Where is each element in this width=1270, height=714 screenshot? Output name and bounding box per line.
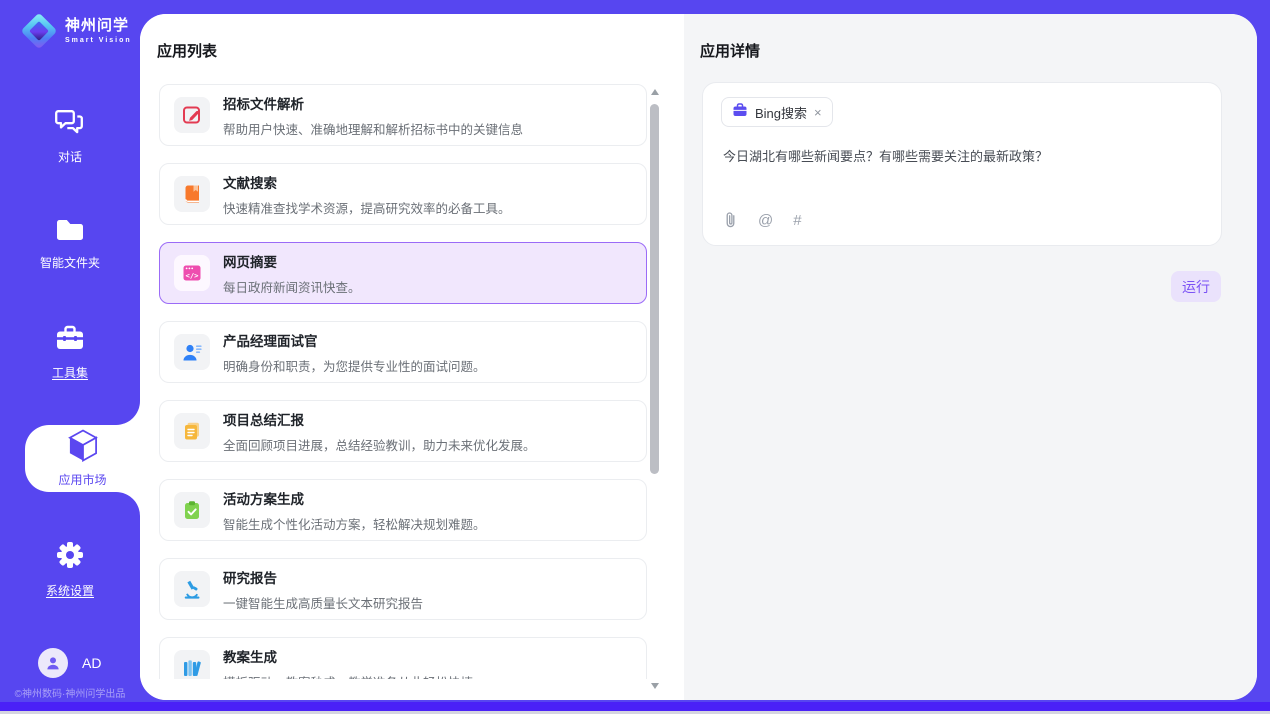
sidebar-item-smart-folder[interactable]: 智能文件夹 bbox=[0, 218, 140, 271]
app-name: 招标文件解析 bbox=[223, 93, 523, 113]
sidebar-item-label: 对话 bbox=[58, 148, 82, 165]
sidebar-item-label: 工具集 bbox=[52, 364, 88, 381]
mention-icon[interactable]: @ bbox=[758, 212, 773, 229]
app-name: 研究报告 bbox=[223, 567, 423, 587]
app-desc: 智能生成个性化活动方案，轻松解决规划难题。 bbox=[223, 514, 486, 533]
app-name: 产品经理面试官 bbox=[223, 330, 486, 350]
toolbox-icon bbox=[55, 325, 85, 357]
app-card-project-summary[interactable]: 项目总结汇报 全面回顾项目进展，总结经验教训，助力未来优化发展。 bbox=[159, 400, 647, 462]
brand-diamond-icon bbox=[20, 12, 58, 50]
app-name: 项目总结汇报 bbox=[223, 409, 536, 429]
app-list: 招标文件解析 帮助用户快速、准确地理解和解析招标书中的关键信息 文献搜索 快速精… bbox=[159, 84, 647, 679]
chat-icon bbox=[55, 108, 85, 141]
book-icon bbox=[174, 176, 210, 212]
avatar bbox=[38, 648, 68, 678]
app-detail-title: 应用详情 bbox=[700, 40, 760, 61]
sidebar-item-toolkit[interactable]: 工具集 bbox=[0, 325, 140, 381]
hash-icon[interactable]: # bbox=[793, 212, 801, 229]
stacked-docs-icon bbox=[174, 413, 210, 449]
attachment-icon[interactable] bbox=[723, 211, 738, 229]
sidebar-item-app-market[interactable]: 应用市场 bbox=[25, 425, 140, 492]
sidebar-item-label: 系统设置 bbox=[46, 582, 94, 599]
app-desc: 一键智能生成高质量长文本研究报告 bbox=[223, 593, 423, 612]
scrollbar-thumb[interactable] bbox=[650, 104, 659, 474]
svg-text:</>: </> bbox=[186, 271, 200, 280]
app-desc: 帮助用户快速、准确地理解和解析招标书中的关键信息 bbox=[223, 119, 523, 138]
bid-parse-icon bbox=[174, 97, 210, 133]
brand-subtitle: Smart Vision bbox=[65, 37, 132, 44]
webpage-icon: </> bbox=[174, 255, 210, 291]
close-icon[interactable]: × bbox=[814, 106, 822, 119]
copyright-text: ©神州数码·神州问学出品 bbox=[0, 685, 140, 700]
sidebar-item-chat[interactable]: 对话 bbox=[0, 108, 140, 165]
app-card-bid-parse[interactable]: 招标文件解析 帮助用户快速、准确地理解和解析招标书中的关键信息 bbox=[159, 84, 647, 146]
app-name: 网页摘要 bbox=[223, 251, 361, 271]
cube-icon bbox=[67, 429, 99, 467]
sidebar-item-settings[interactable]: 系统设置 bbox=[0, 540, 140, 599]
app-desc: 快速精准查找学术资源，提高研究效率的必备工具。 bbox=[223, 198, 511, 217]
app-card-research-report[interactable]: 研究报告 一键智能生成高质量长文本研究报告 bbox=[159, 558, 647, 620]
books-icon bbox=[174, 650, 210, 679]
app-name: 教案生成 bbox=[223, 646, 473, 666]
app-card-literature-search[interactable]: 文献搜索 快速精准查找学术资源，提高研究效率的必备工具。 bbox=[159, 163, 647, 225]
user-menu[interactable]: AD bbox=[38, 648, 101, 678]
folder-icon bbox=[55, 218, 85, 247]
brand-name: 神州问学 bbox=[65, 18, 132, 33]
briefcase-icon bbox=[732, 102, 748, 123]
run-button[interactable]: 运行 bbox=[1171, 271, 1221, 302]
microscope-icon bbox=[174, 571, 210, 607]
user-name: AD bbox=[82, 655, 101, 671]
brand-logo: 神州问学 Smart Vision bbox=[20, 12, 132, 50]
sidebar-item-label: 智能文件夹 bbox=[40, 254, 100, 271]
interviewer-icon bbox=[174, 334, 210, 370]
bubble-curve-top bbox=[116, 401, 140, 425]
tool-chip-label: Bing搜索 bbox=[755, 103, 807, 122]
app-card-activity-plan[interactable]: 活动方案生成 智能生成个性化活动方案，轻松解决规划难题。 bbox=[159, 479, 647, 541]
tool-chip-bing-search[interactable]: Bing搜索 × bbox=[721, 97, 833, 127]
scroll-up-icon[interactable] bbox=[649, 86, 660, 97]
scroll-down-icon[interactable] bbox=[649, 680, 660, 691]
app-list-panel: 应用列表 招标文件解析 帮助用户快速、准确地理解和解析招标书中的关键信息 bbox=[140, 14, 684, 700]
sidebar: 神州问学 Smart Vision 对话 智能文件夹 bbox=[0, 0, 140, 714]
app-list-title: 应用列表 bbox=[157, 40, 217, 61]
gear-icon bbox=[55, 540, 85, 575]
app-name: 活动方案生成 bbox=[223, 488, 486, 508]
prompt-card: Bing搜索 × 今日湖北有哪些新闻要点？有哪些需要关注的最新政策？ @ # bbox=[702, 82, 1222, 246]
app-name: 文献搜索 bbox=[223, 172, 511, 192]
app-card-web-digest[interactable]: </> 网页摘要 每日政府新闻资讯快查。 bbox=[159, 242, 647, 304]
app-desc: 全面回顾项目进展，总结经验教训，助力未来优化发展。 bbox=[223, 435, 536, 454]
bottom-accent-bar bbox=[0, 702, 1270, 711]
main-content: 应用列表 招标文件解析 帮助用户快速、准确地理解和解析招标书中的关键信息 bbox=[140, 14, 1257, 700]
app-detail-panel: 应用详情 Bing搜索 × 今日湖北有哪些新闻要点？有哪些需要关注的最新政策？ bbox=[684, 14, 1257, 700]
app-desc: 模板驱动，教案秒成，教学准备从此轻松快捷 bbox=[223, 672, 473, 680]
app-card-pm-interviewer[interactable]: 产品经理面试官 明确身份和职责，为您提供专业性的面试问题。 bbox=[159, 321, 647, 383]
bubble-curve-bottom bbox=[116, 492, 140, 516]
app-desc: 每日政府新闻资讯快查。 bbox=[223, 277, 361, 296]
app-card-lesson-plan[interactable]: 教案生成 模板驱动，教案秒成，教学准备从此轻松快捷 bbox=[159, 637, 647, 679]
prompt-input[interactable]: 今日湖北有哪些新闻要点？有哪些需要关注的最新政策？ bbox=[723, 147, 1203, 167]
app-desc: 明确身份和职责，为您提供专业性的面试问题。 bbox=[223, 356, 486, 375]
scrollbar bbox=[649, 84, 660, 696]
sidebar-item-label: 应用市场 bbox=[58, 471, 106, 488]
clipboard-check-icon bbox=[174, 492, 210, 528]
